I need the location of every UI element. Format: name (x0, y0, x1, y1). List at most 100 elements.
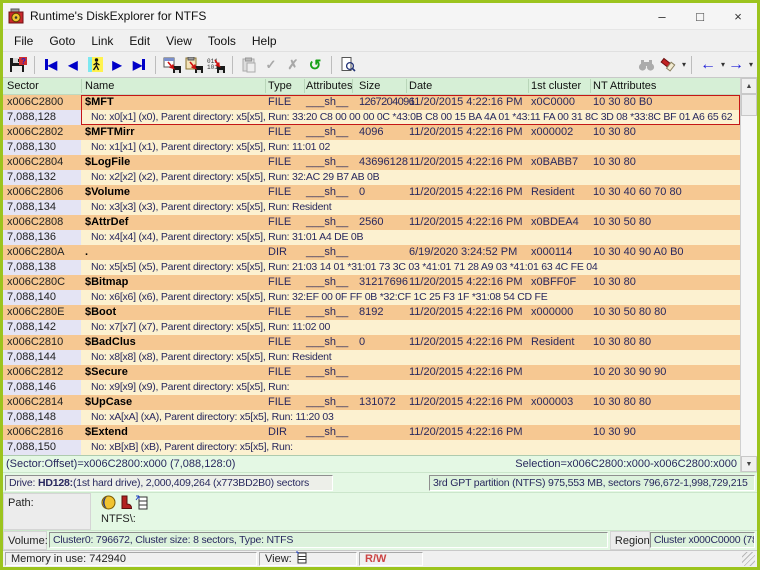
table-row[interactable]: x006C280E$BootFILE___sh__819211/20/2015 … (3, 305, 740, 335)
header-separator (304, 79, 305, 93)
menu-item-view[interactable]: View (158, 32, 200, 50)
refresh-button[interactable]: ↺ (304, 54, 326, 76)
cell-attributes: ___sh__ (306, 126, 348, 139)
paste-button[interactable] (238, 54, 260, 76)
flashlight-dropdown[interactable]: ▾ (682, 60, 686, 69)
go-back-button[interactable]: ◀ (62, 54, 84, 76)
cell-name: $BadClus (85, 336, 136, 349)
toolbar: ? ◀ ◀ ▶ ▶ (3, 52, 757, 78)
column-header-type[interactable]: Type (268, 80, 292, 92)
table-scrollbar[interactable]: ▲ ▼ (740, 78, 757, 472)
cell-type: DIR (268, 426, 287, 439)
maximize-button[interactable]: □ (681, 3, 719, 29)
boot-icon[interactable] (119, 495, 132, 513)
table-row[interactable]: x006C2800$MFTFILE___sh__126720409611/20/… (3, 95, 740, 125)
resize-grip[interactable] (742, 552, 755, 566)
scroll-down-button[interactable]: ▼ (741, 456, 757, 472)
window-title: Runtime's DiskExplorer for NTFS (30, 9, 643, 23)
path-label: Path: (3, 493, 91, 530)
file-table-body: x006C2800$MFTFILE___sh__126720409611/20/… (3, 95, 740, 455)
scroll-up-button[interactable]: ▲ (741, 78, 757, 94)
go-last-button[interactable]: ▶ (128, 54, 150, 76)
table-row[interactable]: x006C2816$ExtendDIR___sh__11/20/2015 4:2… (3, 425, 740, 455)
column-header-1st-cluster[interactable]: 1st cluster (531, 80, 581, 92)
table-row[interactable]: x006C2808$AttrDefFILE___sh__256011/20/20… (3, 215, 740, 245)
table-row[interactable]: x006C2810$BadClusFILE___sh__011/20/2015 … (3, 335, 740, 365)
menu-item-goto[interactable]: Goto (41, 32, 83, 50)
cell-name: $AttrDef (85, 216, 128, 229)
save-view-to-file-button[interactable] (161, 54, 183, 76)
cell-first-cluster: x0BABB7 (531, 156, 578, 169)
flashlight-button[interactable] (658, 54, 680, 76)
cell-record-detail: No: x2[x2] (x2), Parent directory: x5[x5… (91, 171, 379, 184)
view-mode-icon[interactable] (295, 551, 307, 567)
preview-icon (340, 57, 356, 73)
table-row[interactable]: x006C2804$LogFileFILE___sh__4369612811/2… (3, 155, 740, 185)
column-header-nt-attributes[interactable]: NT Attributes (593, 80, 656, 92)
scrollbar-track[interactable] (741, 94, 757, 456)
cell-attributes: ___sh__ (306, 426, 348, 439)
cell-nt-attributes: 10 30 40 90 A0 B0 (593, 246, 684, 259)
cell-first-cluster: x000003 (531, 396, 573, 409)
select-drive-button[interactable]: ? (7, 54, 29, 76)
clipboard-to-disk-icon (185, 57, 203, 73)
column-header-size[interactable]: Size (359, 80, 380, 92)
read-write-mode-cell[interactable]: R/W (359, 552, 423, 566)
menu-item-file[interactable]: File (6, 32, 41, 50)
drive-id: HD128: (38, 477, 73, 489)
table-row[interactable]: x006C280A.DIR___sh__6/19/2020 3:24:52 PM… (3, 245, 740, 275)
close-button[interactable]: × (719, 3, 757, 29)
minimize-button[interactable]: – (643, 3, 681, 29)
flashlight-icon (660, 57, 678, 73)
go-first-button[interactable]: ◀ (40, 54, 62, 76)
table-row[interactable]: x006C2806$VolumeFILE___sh__011/20/2015 4… (3, 185, 740, 215)
directory-tree-icon[interactable] (135, 495, 148, 513)
partition-info-field: 3rd GPT partition (NTFS) 975,553 MB, sec… (429, 475, 755, 491)
discard-edits-button[interactable]: ✗ (282, 54, 304, 76)
go-forward-button[interactable]: ▶ (106, 54, 128, 76)
cell-record-detail: No: x5[x5] (x5), Parent directory: x5[x5… (91, 261, 597, 274)
goto-sector-button[interactable] (84, 54, 106, 76)
cell-name: $LogFile (85, 156, 130, 169)
menu-item-edit[interactable]: Edit (121, 32, 158, 50)
cell-sector-dec: 7,088,146 (7, 381, 56, 394)
save-binary-button[interactable]: 011 101 (205, 54, 227, 76)
cell-sector-dec: 7,088,128 (7, 111, 56, 124)
jump-forward-button[interactable]: → (725, 54, 747, 76)
scrollbar-thumb[interactable] (741, 94, 757, 116)
title-bar: Runtime's DiskExplorer for NTFS – □ × (3, 3, 757, 30)
table-row[interactable]: x006C2802$MFTMirrFILE___sh__409611/20/20… (3, 125, 740, 155)
table-row[interactable]: x006C2814$UpCaseFILE___sh__13107211/20/2… (3, 395, 740, 425)
binoculars-icon (638, 58, 655, 72)
cell-attributes: ___sh__ (306, 216, 348, 229)
print-preview-button[interactable] (337, 54, 359, 76)
copy-to-clipboard-button[interactable] (183, 54, 205, 76)
column-header-attributes[interactable]: Attributes (306, 80, 352, 92)
column-header-date[interactable]: Date (409, 80, 432, 92)
cell-sector-dec: 7,088,148 (7, 411, 56, 424)
volume-root-icon[interactable] (101, 495, 116, 513)
menu-item-tools[interactable]: Tools (200, 32, 244, 50)
cell-type: FILE (268, 96, 291, 109)
cell-record-detail: No: x0[x1] (x0), Parent directory: x5[x5… (91, 111, 732, 124)
cell-date: 11/20/2015 4:22:16 PM (409, 306, 523, 319)
cell-size: 0 (359, 336, 365, 349)
cell-record-detail: No: x7[x7] (x7), Parent directory: x5[x5… (91, 321, 330, 334)
drive-info-field: Drive: HD128: (1st hard drive), 2,000,40… (5, 475, 333, 491)
cell-attributes: ___sh__ (306, 336, 348, 349)
table-row[interactable]: x006C280C$BitmapFILE___sh__3121769611/20… (3, 275, 740, 305)
column-header-sector[interactable]: Sector (7, 80, 39, 92)
apply-edits-button[interactable]: ✓ (260, 54, 282, 76)
cell-nt-attributes: 10 30 80 (593, 156, 636, 169)
jump-back-button[interactable]: ← (697, 54, 719, 76)
scroll-up-icon: ▲ (746, 83, 753, 90)
search-button[interactable] (636, 54, 658, 76)
column-header-name[interactable]: Name (85, 80, 114, 92)
view-mode-cell[interactable]: View: (259, 552, 357, 566)
table-row[interactable]: x006C2812$SecureFILE___sh__11/20/2015 4:… (3, 365, 740, 395)
scroll-down-icon: ▼ (746, 461, 753, 468)
menu-item-help[interactable]: Help (244, 32, 285, 50)
menu-item-link[interactable]: Link (83, 32, 121, 50)
cell-size: 2560 (359, 216, 383, 229)
jump-forward-dropdown[interactable]: ▾ (749, 60, 753, 69)
